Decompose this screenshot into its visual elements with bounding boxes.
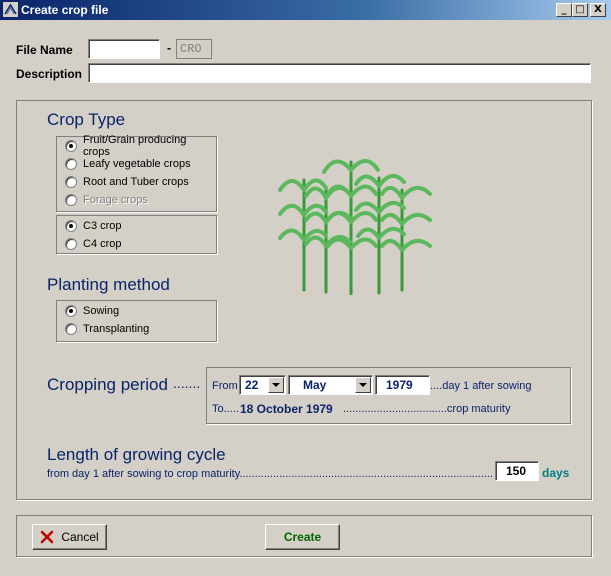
- c4-crop-option[interactable]: C4 crop: [65, 236, 122, 252]
- file-extension-field: CRO: [176, 39, 212, 59]
- radio-icon: [65, 140, 77, 152]
- radio-icon: [65, 323, 77, 335]
- maximize-button[interactable]: □: [572, 3, 588, 17]
- cancel-button-label: Cancel: [61, 530, 99, 544]
- cropping-period-heading: Cropping period: [47, 375, 168, 394]
- sowing-option[interactable]: Sowing: [65, 303, 119, 319]
- planting-method-heading: Planting method: [47, 275, 170, 294]
- cropping-period-dots: .......: [173, 375, 201, 391]
- day1-text: ....day 1 after sowing: [430, 380, 532, 392]
- file-name-label: File Name: [16, 43, 73, 57]
- month-select[interactable]: May: [288, 375, 373, 395]
- days-unit-label: days: [542, 466, 570, 480]
- from-label: From: [212, 380, 238, 392]
- extension-separator: -: [167, 41, 171, 55]
- c3-crop-option[interactable]: C3 crop: [65, 218, 122, 234]
- description-label: Description: [16, 67, 83, 81]
- chevron-down-icon[interactable]: [268, 377, 284, 393]
- radio-icon: [65, 194, 77, 206]
- crop-plant-illustration: [278, 159, 432, 295]
- crop-type-heading: Crop Type: [47, 110, 126, 129]
- maturity-date: 18 October 1979: [240, 402, 333, 416]
- planting-method-group: Sowing Transplanting: [56, 300, 217, 342]
- description-input[interactable]: [88, 63, 591, 83]
- crop-type-group: Fruit/Grain producing crops Leafy vegeta…: [56, 134, 217, 212]
- file-name-input[interactable]: [88, 39, 160, 59]
- photosynthesis-group: C3 crop C4 crop: [56, 215, 217, 254]
- growing-cycle-heading: Length of growing cycle: [47, 445, 226, 464]
- title-bar: Create crop file _ □ X: [0, 0, 611, 20]
- to-label: To.....: [212, 403, 239, 415]
- cancel-button[interactable]: Cancel: [32, 524, 107, 550]
- create-button[interactable]: Create: [265, 524, 340, 550]
- create-button-label: Create: [283, 530, 322, 544]
- crop-option-forage: Forage crops: [65, 192, 148, 208]
- growing-cycle-description: from day 1 after sowing to crop maturity…: [47, 468, 493, 480]
- crop-option-root-tuber[interactable]: Root and Tuber crops: [65, 174, 189, 190]
- app-icon: [3, 2, 18, 17]
- crop-option-leafy[interactable]: Leafy vegetable crops: [65, 156, 191, 172]
- close-button[interactable]: X: [590, 3, 606, 17]
- year-input[interactable]: 1979: [375, 375, 430, 395]
- transplanting-option[interactable]: Transplanting: [65, 321, 149, 337]
- radio-icon: [65, 220, 77, 232]
- cancel-x-icon: [41, 530, 54, 544]
- radio-icon: [65, 158, 77, 170]
- maturity-text: ..................................crop m…: [343, 403, 511, 415]
- growing-cycle-days-input[interactable]: 150: [495, 461, 539, 481]
- crop-option-fruit-grain[interactable]: Fruit/Grain producing crops: [65, 134, 216, 158]
- chevron-down-icon[interactable]: [355, 377, 371, 393]
- day-select[interactable]: 22: [239, 375, 286, 395]
- radio-icon: [65, 176, 77, 188]
- radio-icon: [65, 305, 77, 317]
- radio-icon: [65, 238, 77, 250]
- window-title: Create crop file: [21, 3, 109, 17]
- minimize-button[interactable]: _: [556, 3, 572, 17]
